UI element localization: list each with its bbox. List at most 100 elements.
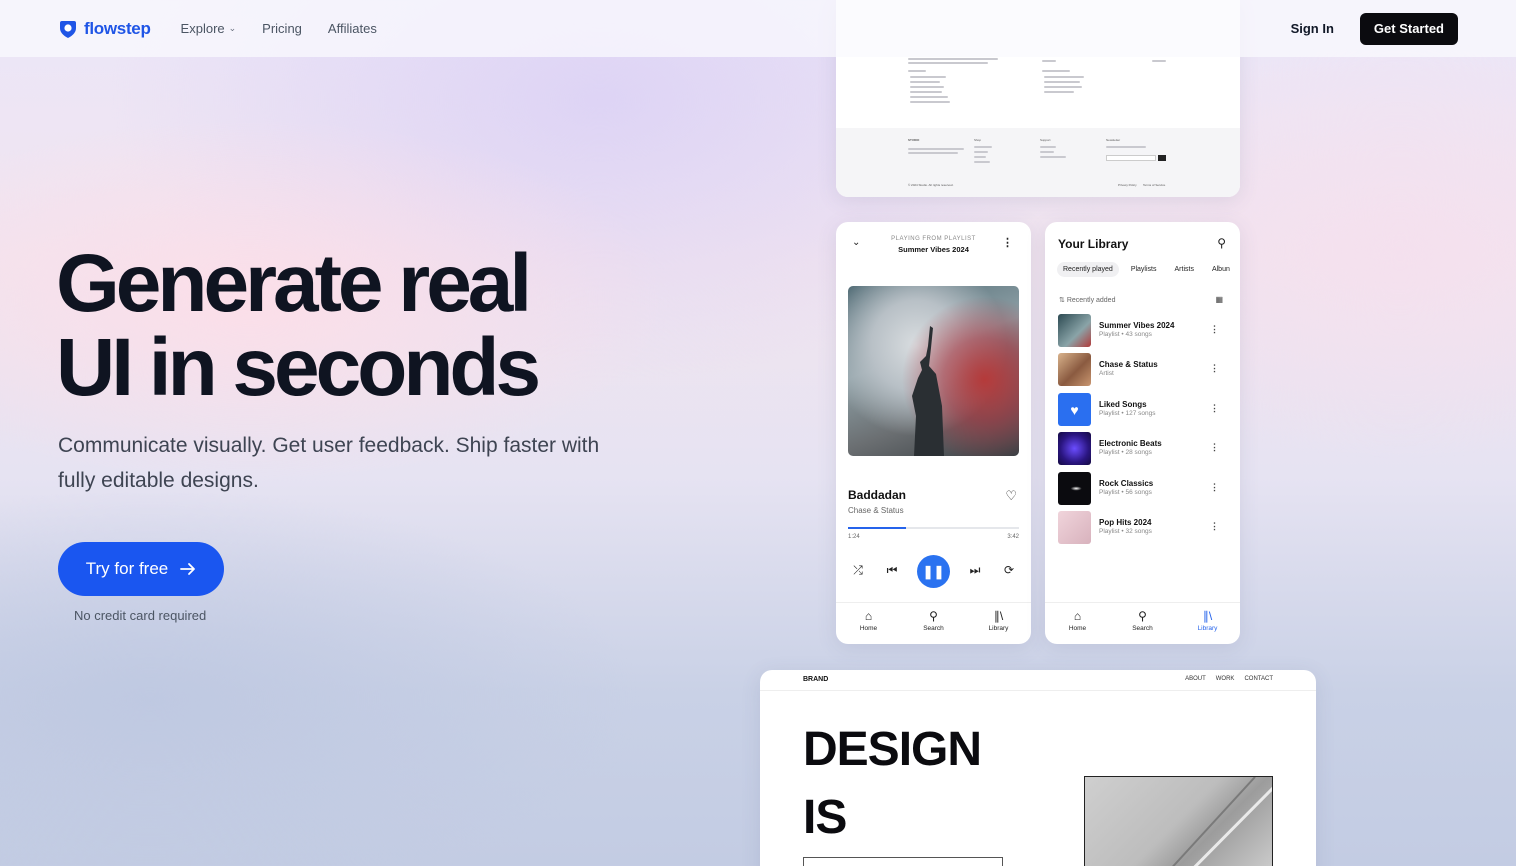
nav-pricing[interactable]: Pricing [262,21,302,36]
repeat-icon[interactable]: ⟳ [999,563,1019,577]
list-item[interactable]: Rock Classics Playlist • 56 songs ⋮ [1057,472,1227,506]
footer-privacy: Privacy Policy [1118,183,1137,187]
search-icon[interactable]: ⚲ [1217,236,1226,250]
search-icon: ⚲ [929,609,938,623]
architecture-photo [1084,776,1273,866]
more-vertical-icon[interactable]: ⋮ [1210,403,1219,414]
item-name: Electronic Beats [1099,439,1162,448]
list-item[interactable]: Electronic Beats Playlist • 28 songs ⋮ [1057,432,1227,466]
now-playing-card: ⌄ PLAYING FROM PLAYLIST Summer Vibes 202… [836,222,1031,644]
try-for-free-button[interactable]: Try for free [58,542,224,596]
more-vertical-icon[interactable]: ⋮ [1002,236,1013,249]
hero-title-line1: Generate real [56,238,532,329]
pause-icon: ❚❚ [922,564,945,579]
design-nav-about: ABOUT [1185,676,1206,682]
footer-col-newsletter: Newsletter [1106,138,1121,142]
pause-button[interactable]: ❚❚ [917,555,950,588]
player-tab-bar: ⌂ Home ⚲ Search ∥\ Library [836,602,1031,644]
skip-forward-icon[interactable]: ⏭ [965,563,985,578]
tab-search[interactable]: ⚲ Search [901,603,966,644]
skip-back-icon[interactable]: ⏮ [882,563,902,578]
nav-explore-label: Explore [180,21,225,36]
more-vertical-icon[interactable]: ⋮ [1210,442,1219,453]
shuffle-icon[interactable]: ⤮ [848,563,868,578]
progress-bar[interactable] [848,527,1019,529]
sort-icon: ⇅ [1059,297,1065,304]
album-art [848,286,1019,456]
grid-view-icon[interactable]: ▦ [1215,295,1223,304]
tab-search[interactable]: ⚲ Search [1110,603,1175,644]
hero-title-line2: UI in seconds [56,322,541,413]
no-credit-card-note: No credit card required [74,608,207,623]
more-vertical-icon[interactable]: ⋮ [1210,482,1219,493]
sign-in-link[interactable]: Sign In [1291,21,1334,36]
home-icon: ⌂ [1073,609,1082,623]
photo-lines [1172,777,1272,866]
item-meta: Playlist • 127 songs [1099,410,1156,417]
tab-home-label: Home [859,625,878,632]
artist-photo [1058,353,1091,386]
image-frame [803,857,1003,866]
logo[interactable]: flowstep [58,19,151,39]
song-artist[interactable]: Chase & Status [848,506,904,515]
library-filter-chips: Recently played Playlists Artists Albun [1057,262,1236,277]
library-icon: ∥\ [1202,609,1213,623]
tab-library[interactable]: ∥\ Library [966,603,1031,644]
chip-recently-played[interactable]: Recently played [1057,262,1119,277]
list-item[interactable]: Summer Vibes 2024 Playlist • 43 songs ⋮ [1057,314,1227,348]
item-name: Rock Classics [1099,479,1154,488]
cta-label: Try for free [85,559,169,578]
time-current: 1:24 [848,534,860,540]
nav-affiliates[interactable]: Affiliates [328,21,377,36]
progress-fill [848,527,907,529]
search-icon: ⚲ [1138,609,1147,623]
more-vertical-icon[interactable]: ⋮ [1210,324,1219,335]
item-meta: Playlist • 43 songs [1099,331,1152,338]
tab-library-label: Library [1197,625,1218,632]
list-item[interactable]: Chase & Status Artist ⋮ [1057,353,1227,387]
tab-home[interactable]: ⌂ Home [1045,603,1110,644]
library-tab-bar: ⌂ Home ⚲ Search ∥\ Library [1045,602,1240,644]
tab-search-label: Search [1132,625,1153,632]
liked-heart-icon: ♥ [1058,393,1091,426]
design-heading-word2: IS [803,791,847,844]
item-name: Chase & Status [1099,360,1158,369]
more-vertical-icon[interactable]: ⋮ [1210,363,1219,374]
tab-library[interactable]: ∥\ Library [1175,603,1240,644]
preview-footer: STUDIO Shop Support Newsletter © 2024 St… [836,128,1240,197]
chip-artists[interactable]: Artists [1169,262,1200,277]
list-item[interactable]: ♥ Liked Songs Playlist • 127 songs ⋮ [1057,393,1227,427]
list-item[interactable]: Pop Hits 2024 Playlist • 32 songs ⋮ [1057,511,1227,545]
home-icon: ⌂ [864,609,873,623]
item-meta: Playlist • 32 songs [1099,528,1152,535]
flowstep-logo-icon [60,20,76,38]
playlist-cover [1058,432,1091,465]
item-name: Liked Songs [1099,400,1147,409]
hero-title: Generate real UI in seconds [56,238,541,413]
nav-explore[interactable]: Explore ⌄ [181,21,237,36]
performer-silhouette [912,326,944,456]
chip-playlists[interactable]: Playlists [1125,262,1163,277]
tab-search-label: Search [923,625,944,632]
chevron-down-icon: ⌄ [228,23,237,33]
library-title: Your Library [1058,237,1129,251]
design-brand: BRAND [803,676,829,683]
get-started-button[interactable]: Get Started [1359,12,1458,45]
arrow-right-icon [180,563,196,575]
item-name: Summer Vibes 2024 [1099,321,1175,330]
item-meta: Playlist • 56 songs [1099,489,1152,496]
chip-albums[interactable]: Albun [1206,262,1236,277]
playlist-cover [1058,314,1091,347]
more-vertical-icon[interactable]: ⋮ [1210,521,1219,532]
tab-library-label: Library [988,625,1009,632]
design-nav-work: WORK [1215,676,1235,682]
heart-icon[interactable]: ♡ [1005,488,1017,504]
tab-home-label: Home [1068,625,1087,632]
design-nav-contact: CONTACT [1244,676,1273,682]
tab-home[interactable]: ⌂ Home [836,603,901,644]
sort-control[interactable]: ⇅ Recently added [1059,296,1115,304]
item-name: Pop Hits 2024 [1099,518,1152,527]
item-meta: Playlist • 28 songs [1099,449,1152,456]
design-nav: ABOUT WORK CONTACT [1185,676,1273,682]
playlist-cover [1058,472,1091,505]
